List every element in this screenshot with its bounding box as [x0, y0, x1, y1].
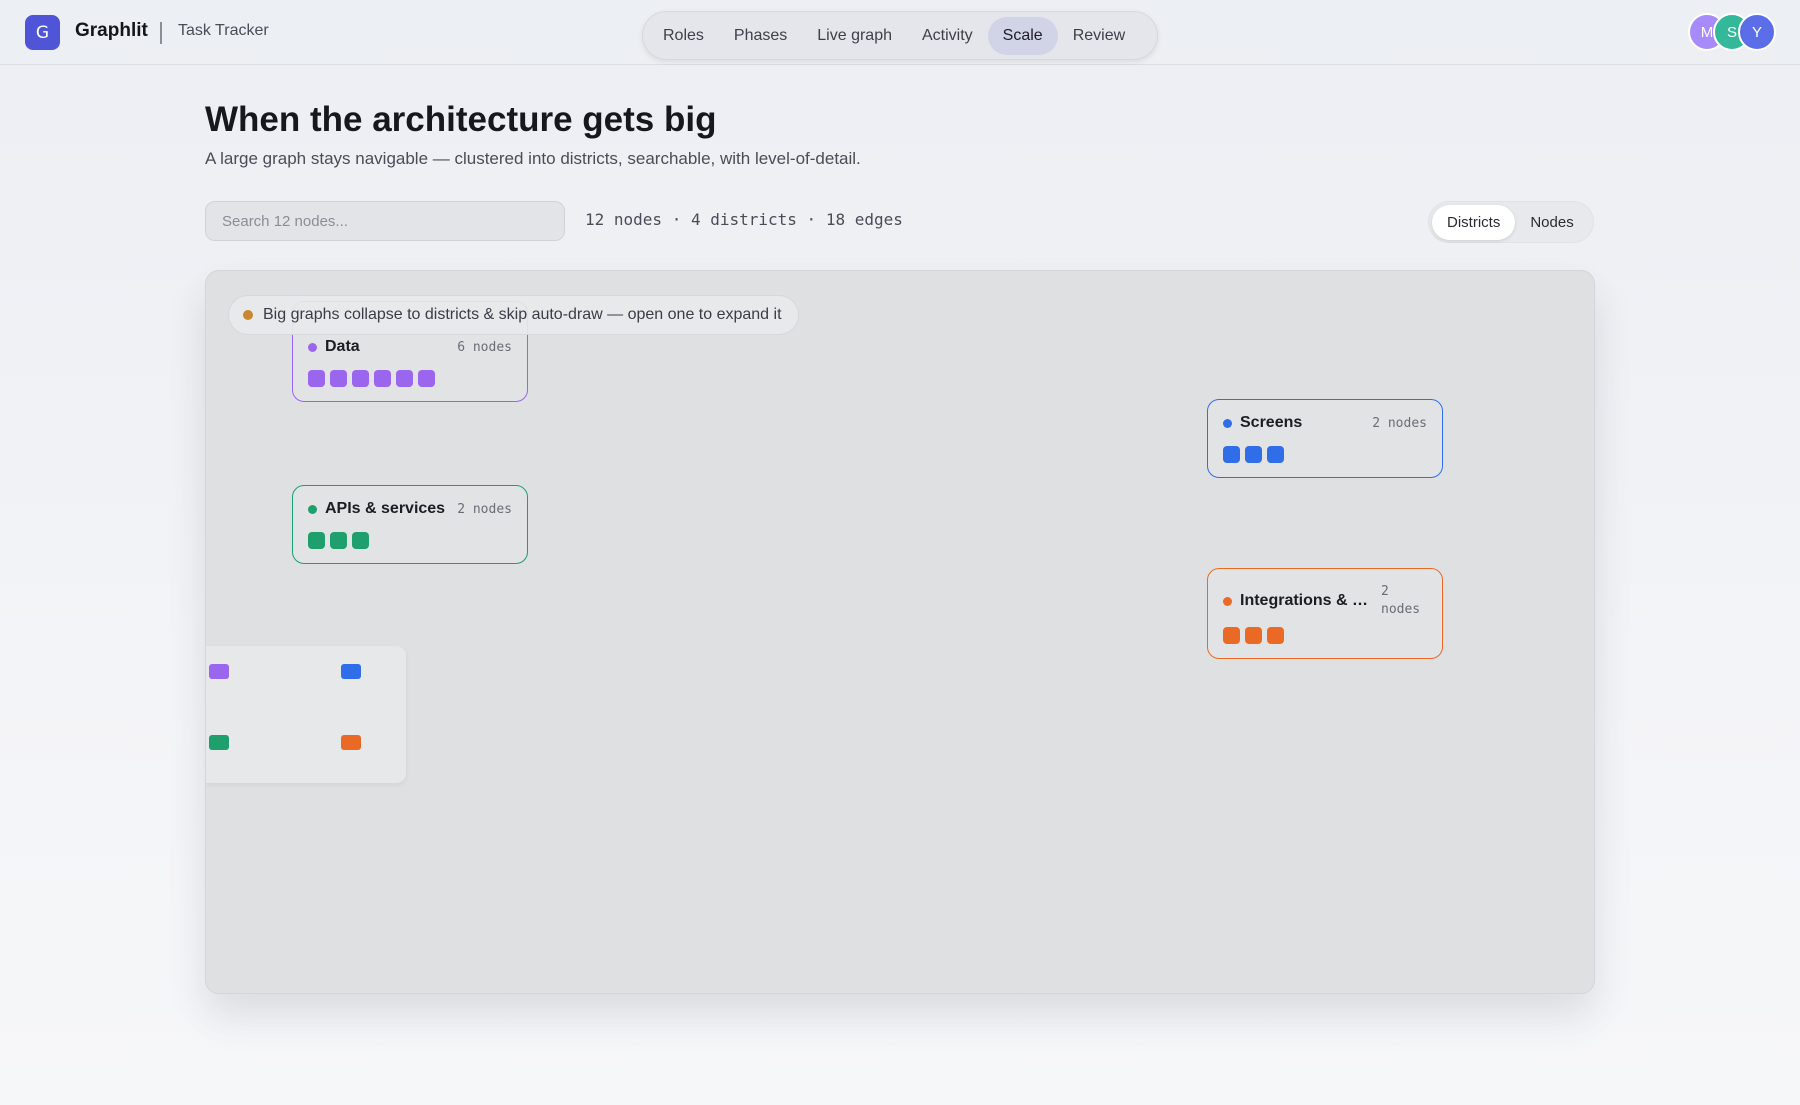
- tab-activity[interactable]: Activity: [907, 17, 988, 55]
- district-node-count: 2 nodes: [457, 501, 512, 517]
- node-square: [352, 370, 369, 387]
- tab-phases[interactable]: Phases: [719, 17, 802, 55]
- district-apis-services[interactable]: APIs & services 2 nodes: [292, 485, 528, 564]
- graph-stats: 12 nodes · 4 districts · 18 edges: [585, 210, 903, 229]
- minimap-district-apis: [209, 735, 229, 750]
- district-color-dot: [308, 504, 317, 514]
- district-integrations[interactable]: Integrations & a... 2 nodes: [1207, 568, 1443, 659]
- notice-text: Big graphs collapse to districts & skip …: [263, 306, 782, 323]
- view-nodes-button[interactable]: Nodes: [1515, 205, 1588, 240]
- node-square: [330, 532, 347, 549]
- node-square: [1267, 627, 1284, 644]
- district-color-dot: [308, 342, 317, 352]
- graph-canvas[interactable]: Big graphs collapse to districts & skip …: [205, 270, 1595, 994]
- node-square: [396, 370, 413, 387]
- minimap-district-integrations: [341, 735, 361, 750]
- minimap[interactable]: [206, 646, 406, 783]
- node-square: [352, 532, 369, 549]
- node-square: [1267, 446, 1284, 463]
- main-nav: Roles Phases Live graph Activity Scale R…: [642, 11, 1158, 60]
- view-toggle: Districts Nodes: [1428, 201, 1594, 243]
- district-screens[interactable]: Screens 2 nodes: [1207, 399, 1443, 478]
- search-input[interactable]: [205, 201, 565, 241]
- page-subtitle: A large graph stays navigable — clustere…: [205, 149, 861, 168]
- brand-divider: [160, 22, 162, 44]
- project-name: Task Tracker: [178, 22, 269, 39]
- district-node-squares: [1223, 627, 1427, 644]
- district-name: Screens: [1240, 414, 1303, 431]
- collaborator-avatars: M S Y: [1688, 13, 1778, 53]
- collapse-notice: Big graphs collapse to districts & skip …: [228, 295, 799, 335]
- tab-roles[interactable]: Roles: [648, 17, 719, 55]
- node-square: [308, 532, 325, 549]
- page-title: When the architecture gets big: [205, 100, 717, 139]
- node-square: [374, 370, 391, 387]
- node-square: [1223, 627, 1240, 644]
- district-node-count: 6 nodes: [457, 339, 512, 355]
- avatar[interactable]: Y: [1738, 13, 1776, 51]
- tab-live-graph[interactable]: Live graph: [802, 17, 907, 55]
- district-node-count: 2 nodes: [1381, 584, 1421, 617]
- node-square: [330, 370, 347, 387]
- district-node-squares: [1223, 446, 1427, 463]
- app-logo[interactable]: G: [25, 15, 60, 50]
- view-districts-button[interactable]: Districts: [1432, 204, 1516, 240]
- node-square: [418, 370, 435, 387]
- district-name: Integrations & a...: [1240, 592, 1373, 609]
- logo-letter: G: [35, 22, 50, 43]
- district-color-dot: [1223, 418, 1232, 428]
- notice-dot-icon: [243, 310, 253, 320]
- district-color-dot: [1223, 596, 1232, 606]
- minimap-district-data: [209, 664, 229, 679]
- node-square: [308, 370, 325, 387]
- tab-review[interactable]: Review: [1058, 17, 1140, 55]
- district-node-count: 2 nodes: [1372, 415, 1427, 431]
- district-name: Data: [325, 338, 360, 355]
- node-square: [1245, 627, 1262, 644]
- top-bar: G Graphlit Task Tracker Roles Phases Liv…: [0, 0, 1800, 65]
- app-name[interactable]: Graphlit: [75, 20, 148, 42]
- node-square: [1223, 446, 1240, 463]
- minimap-district-screens: [341, 664, 361, 679]
- district-node-squares: [308, 532, 512, 549]
- district-name: APIs & services: [325, 500, 446, 517]
- tab-scale[interactable]: Scale: [987, 16, 1058, 55]
- node-square: [1245, 446, 1262, 463]
- district-node-squares: [308, 370, 512, 387]
